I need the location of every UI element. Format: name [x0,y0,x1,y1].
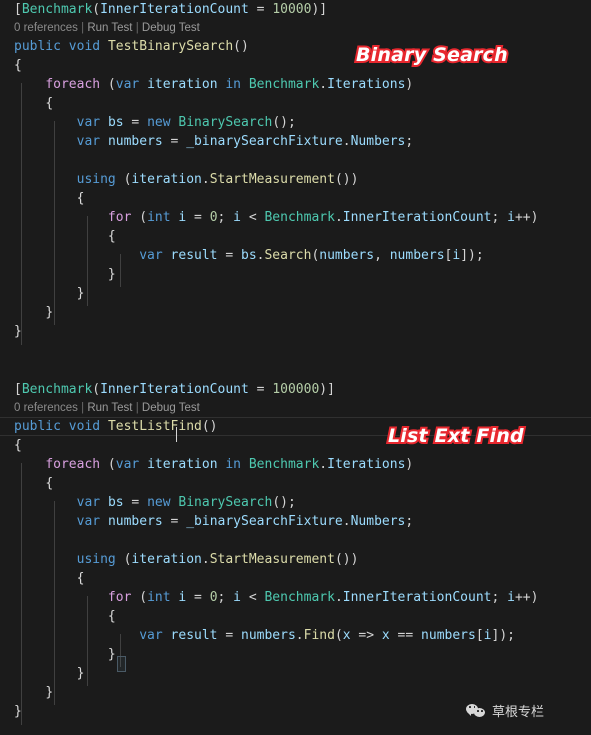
codelens-run-test[interactable]: Run Test [87,22,132,34]
codelens-separator: | [77,22,88,34]
editor-surface[interactable]: [Benchmark(InnerIterationCount = 10000)]… [0,0,591,735]
method-name: TestBinarySearch [107,39,234,54]
code-line[interactable]: { [0,189,591,208]
code-line[interactable]: foreach (var iteration in Benchmark.Iter… [0,455,591,474]
text-caret [176,427,177,442]
codelens-references: 0 references [14,22,78,34]
attribute-name: Benchmark [21,2,93,17]
code-line[interactable]: } [0,322,591,341]
code-line[interactable]: { [0,569,591,588]
codelens-separator: | [77,402,88,414]
method-name: TestListFind [107,419,202,434]
bracket-match-highlight [117,656,126,672]
code-line[interactable]: for (int i = 0; i < Benchmark.InnerItera… [0,588,591,607]
code-line[interactable]: var bs = new BinarySearch(); [0,113,591,132]
code-line[interactable]: { [0,474,591,493]
annotation-binary-search: Binary Search [354,42,510,68]
attribute-equals: = [248,382,273,397]
code-line[interactable]: } [0,265,591,284]
method-parens: () [201,419,218,434]
code-line[interactable]: var result = bs.Search(numbers, numbers[… [0,246,591,265]
codelens-references: 0 references [14,402,78,414]
code-line[interactable]: var numbers = _binarySearchFixture.Numbe… [0,132,591,151]
codelens-run-test[interactable]: Run Test [87,402,132,414]
code-line[interactable] [0,151,591,170]
codelens-separator: | [132,402,142,414]
code-line[interactable] [0,531,591,550]
code-line[interactable]: { [0,227,591,246]
annotation-list-ext-find-text: List Ext Find [386,423,526,449]
code-line[interactable]: } [0,645,591,664]
attribute-arg-name: InnerIterationCount [100,382,249,397]
attribute-arg-name: InnerIterationCount [100,2,249,17]
codelens-row[interactable]: 0 references | Run Test | Debug Test [0,19,591,37]
attribute-arg-value: 100000 [272,382,320,397]
attribute-line[interactable]: [Benchmark(InnerIterationCount = 100000)… [0,380,591,399]
attribute-name: Benchmark [21,382,93,397]
codelens-row[interactable]: 0 references | Run Test | Debug Test [0,399,591,417]
code-line[interactable]: var bs = new BinarySearch(); [0,493,591,512]
codelens-debug-test[interactable]: Debug Test [142,402,200,414]
codelens-debug-test[interactable]: Debug Test [142,22,200,34]
code-line[interactable]: var numbers = _binarySearchFixture.Numbe… [0,512,591,531]
return-type-keyword: void [68,419,101,434]
watermark-label: 草根专栏 [492,705,545,720]
code-line[interactable]: for (int i = 0; i < Benchmark.InnerItera… [0,208,591,227]
modifier-keyword: public [14,419,61,434]
attribute-line[interactable]: [Benchmark(InnerIterationCount = 10000)] [0,0,591,19]
codelens-separator: | [132,22,142,34]
return-type-keyword: void [68,39,101,54]
wechat-icon [466,703,486,719]
attribute-arg-value: 10000 [272,2,312,17]
code-line[interactable]: { [0,94,591,113]
code-line[interactable]: } [0,664,591,683]
code-editor-screenshot: [Benchmark(InnerIterationCount = 10000)]… [0,0,591,735]
method-parens: () [233,39,249,54]
annotation-binary-search-text: Binary Search [354,42,510,68]
code-line[interactable]: using (iteration.StartMeasurement()) [0,550,591,569]
code-line[interactable]: using (iteration.StartMeasurement()) [0,170,591,189]
code-line[interactable]: } [0,303,591,322]
code-line[interactable]: } [0,683,591,702]
attribute-equals: = [248,2,273,17]
code-line[interactable]: } [0,284,591,303]
code-line[interactable]: foreach (var iteration in Benchmark.Iter… [0,75,591,94]
code-line[interactable]: { [0,607,591,626]
code-line[interactable]: var result = numbers.Find(x => x == numb… [0,626,591,645]
annotation-list-ext-find: List Ext Find [386,423,526,449]
modifier-keyword: public [14,39,61,54]
watermark: 草根专栏 [466,701,544,720]
